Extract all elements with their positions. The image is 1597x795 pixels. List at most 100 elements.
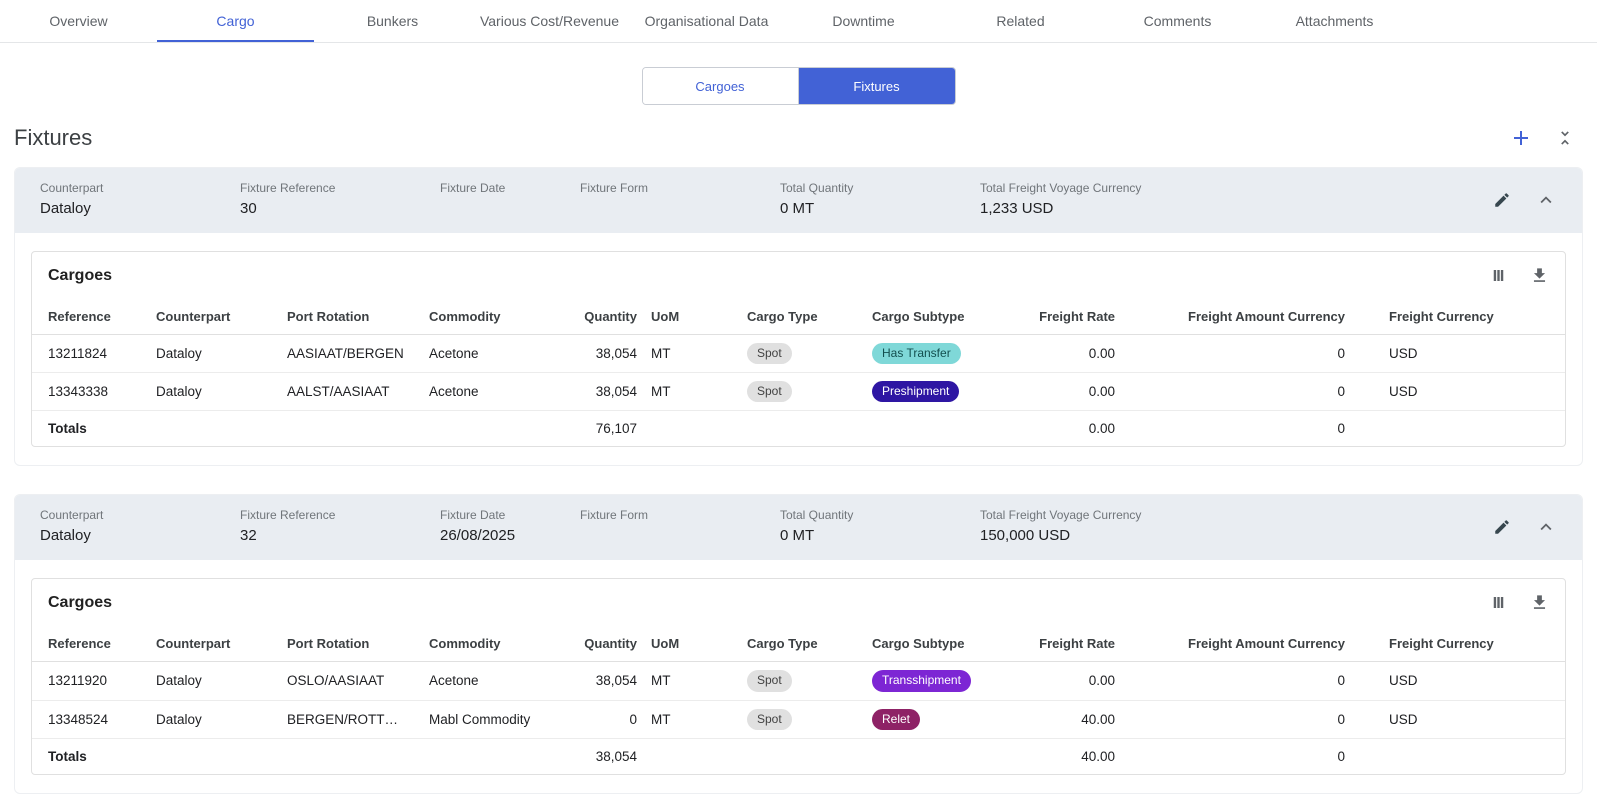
fixture-reference-label: Fixture Reference <box>240 181 440 195</box>
fixture-header: Counterpart Dataloy Fixture Reference 30… <box>15 168 1582 233</box>
fixture-date-label: Fixture Date <box>440 181 580 195</box>
collapse-all-button[interactable] <box>1555 128 1575 148</box>
total-quantity-field: Total Quantity 0 MT <box>780 181 980 218</box>
fixture-reference-label: Fixture Reference <box>240 508 440 522</box>
cargo-type-chip: Spot <box>747 343 792 364</box>
column-header: Freight Amount Currency <box>1129 626 1359 662</box>
edit-fixture-button[interactable] <box>1493 518 1511 536</box>
fixture-body: Cargoes Referen <box>15 233 1582 465</box>
freight-amount-currency-cell: 0 <box>1129 335 1359 373</box>
freight-amount-currency-cell: 0 <box>1129 662 1359 700</box>
tab-overview[interactable]: Overview <box>0 0 157 42</box>
add-fixture-button[interactable] <box>1509 126 1533 150</box>
toggle-fixtures[interactable]: Fixtures <box>799 68 955 104</box>
cargo-type-cell: Spot <box>747 700 872 738</box>
cargo-row[interactable]: 13343338 Dataloy AALST/AASIAAT Acetone 3… <box>32 373 1565 411</box>
choose-columns-button[interactable] <box>1489 593 1508 612</box>
fixture-actions <box>1493 508 1557 538</box>
total-freight-label: Total Freight Voyage Currency <box>980 508 1141 522</box>
column-header: Freight Currency <box>1359 299 1565 335</box>
port-rotation-cell: AASIAAT/BERGEN <box>287 335 429 373</box>
column-header: Reference <box>32 626 156 662</box>
total-quantity-field: Total Quantity 0 MT <box>780 508 980 545</box>
fixture-card: Counterpart Dataloy Fixture Reference 32… <box>14 494 1583 793</box>
cargoes-panel-header: Cargoes <box>32 579 1565 626</box>
download-button[interactable] <box>1530 266 1549 285</box>
column-header: Cargo Subtype <box>872 626 1011 662</box>
tab-attachments[interactable]: Attachments <box>1256 0 1413 42</box>
totals-freight-rate: 40.00 <box>1011 738 1129 774</box>
toggle-cargoes[interactable]: Cargoes <box>643 68 799 104</box>
cargo-type-chip: Spot <box>747 670 792 691</box>
total-freight-value: 150,000 USD <box>980 527 1141 545</box>
fixture-card: Counterpart Dataloy Fixture Reference 30… <box>14 167 1583 466</box>
commodity-cell: Acetone <box>429 335 551 373</box>
column-header: UoM <box>651 626 747 662</box>
pencil-icon <box>1493 518 1511 536</box>
page-title: Fixtures <box>14 125 92 151</box>
counterpart-label: Counterpart <box>40 181 240 195</box>
fixture-form-field: Fixture Form <box>580 508 780 545</box>
column-header: Counterpart <box>156 626 287 662</box>
tab-comments[interactable]: Comments <box>1099 0 1256 42</box>
counterpart-field: Counterpart Dataloy <box>40 508 240 545</box>
edit-fixture-button[interactable] <box>1493 191 1511 209</box>
quantity-cell: 0 <box>551 700 651 738</box>
freight-amount-currency-cell: 0 <box>1129 373 1359 411</box>
counterpart-cell: Dataloy <box>156 700 287 738</box>
download-button[interactable] <box>1530 593 1549 612</box>
port-rotation-cell: AALST/AASIAAT <box>287 373 429 411</box>
cargoes-panel-actions <box>1489 593 1549 612</box>
counterpart-cell: Dataloy <box>156 373 287 411</box>
column-header: UoM <box>651 299 747 335</box>
fixture-form-field: Fixture Form <box>580 181 780 218</box>
columns-icon <box>1489 593 1508 612</box>
freight-rate-cell: 0.00 <box>1011 662 1129 700</box>
fixture-reference-field: Fixture Reference 30 <box>240 181 440 218</box>
cargo-subtype-chip: Preshipment <box>872 381 959 402</box>
tab-downtime[interactable]: Downtime <box>785 0 942 42</box>
uom-cell: MT <box>651 700 747 738</box>
freight-currency-cell: USD <box>1359 373 1565 411</box>
column-header: Cargo Subtype <box>872 299 1011 335</box>
freight-currency-cell: USD <box>1359 335 1565 373</box>
freight-rate-cell: 0.00 <box>1011 373 1129 411</box>
collapse-fixture-button[interactable] <box>1535 516 1557 538</box>
uom-cell: MT <box>651 373 747 411</box>
fixture-header: Counterpart Dataloy Fixture Reference 32… <box>15 495 1582 560</box>
tab-related[interactable]: Related <box>942 0 1099 42</box>
column-header: Freight Rate <box>1011 626 1129 662</box>
totals-label: Totals <box>32 738 156 774</box>
tab-bunkers[interactable]: Bunkers <box>314 0 471 42</box>
reference-cell: 13211920 <box>32 662 156 700</box>
totals-freight-rate: 0.00 <box>1011 411 1129 447</box>
cargo-subtype-chip: Relet <box>872 709 920 730</box>
total-quantity-value: 0 MT <box>780 200 980 218</box>
column-header: Freight Amount Currency <box>1129 299 1359 335</box>
collapse-fixture-button[interactable] <box>1535 189 1557 211</box>
cargo-row[interactable]: 13211920 Dataloy OSLO/AASIAAT Acetone 38… <box>32 662 1565 700</box>
cargoes-title: Cargoes <box>48 594 112 612</box>
column-header: Commodity <box>429 299 551 335</box>
cargoes-panel: Cargoes Referen <box>31 578 1566 774</box>
tab-various-cost-revenue[interactable]: Various Cost/Revenue <box>471 0 628 42</box>
fixture-date-value <box>440 200 580 218</box>
counterpart-value: Dataloy <box>40 527 240 545</box>
counterpart-cell: Dataloy <box>156 335 287 373</box>
column-header: Cargo Type <box>747 626 872 662</box>
table-header-row: Reference Counterpart Port Rotation Comm… <box>32 299 1565 335</box>
cargo-row[interactable]: 13211824 Dataloy AASIAAT/BERGEN Acetone … <box>32 335 1565 373</box>
totals-freight-amount-currency: 0 <box>1129 411 1359 447</box>
tab-organisational-data[interactable]: Organisational Data <box>628 0 785 42</box>
uom-cell: MT <box>651 662 747 700</box>
cargoes-panel-header: Cargoes <box>32 252 1565 299</box>
fixture-date-field: Fixture Date <box>440 181 580 218</box>
tab-cargo[interactable]: Cargo <box>157 0 314 42</box>
pencil-icon <box>1493 191 1511 209</box>
fixture-date-value: 26/08/2025 <box>440 527 580 545</box>
column-header: Counterpart <box>156 299 287 335</box>
column-header: Quantity <box>551 299 651 335</box>
cargo-row[interactable]: 13348524 Dataloy BERGEN/ROTT… Mabl Commo… <box>32 700 1565 738</box>
totals-quantity: 38,054 <box>551 738 651 774</box>
choose-columns-button[interactable] <box>1489 266 1508 285</box>
